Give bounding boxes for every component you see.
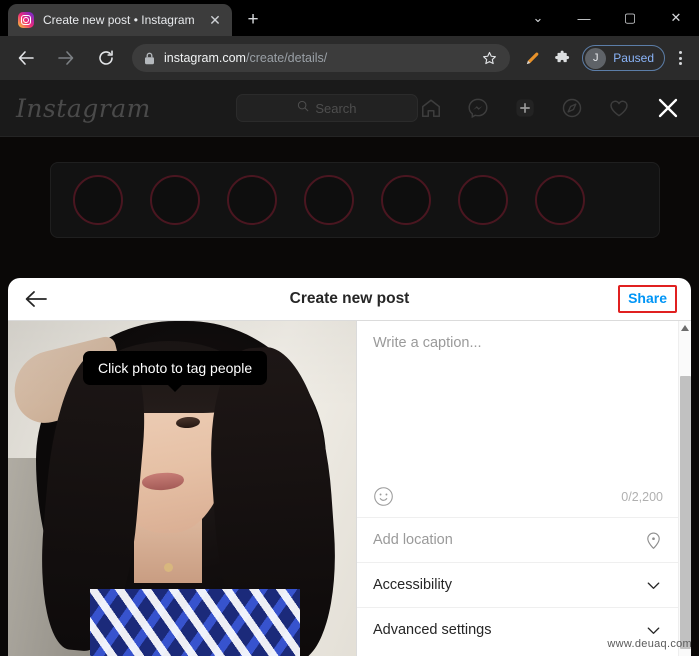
page-title: Create new post (289, 290, 410, 307)
home-icon[interactable] (418, 95, 444, 121)
messenger-icon[interactable] (465, 95, 491, 121)
star-icon[interactable] (478, 51, 500, 66)
browser-window: Create new post • Instagram ✕ + ⌄ — ▢ ✕ … (0, 0, 699, 656)
chevron-down-icon (643, 620, 663, 640)
lock-icon (142, 52, 156, 65)
tab-close-icon[interactable]: ✕ (206, 11, 224, 29)
story-item[interactable] (458, 175, 508, 225)
profile-chip[interactable]: J Paused (582, 45, 665, 71)
window-maximize-button[interactable]: ▢ (607, 0, 653, 36)
browser-titlebar: Create new post • Instagram ✕ + ⌄ — ▢ ✕ (0, 0, 699, 36)
window-minimize-button[interactable]: — (561, 0, 607, 36)
back-arrow-icon[interactable] (11, 43, 41, 73)
instagram-nav (418, 93, 683, 123)
kebab-menu-icon[interactable] (667, 44, 693, 72)
story-item[interactable] (304, 175, 354, 225)
add-location-label: Add location (373, 532, 453, 548)
add-location-row[interactable]: Add location (357, 517, 679, 562)
create-plus-icon[interactable] (512, 95, 538, 121)
story-item[interactable] (535, 175, 585, 225)
character-counter: 0/2,200 (621, 489, 663, 504)
share-button[interactable]: Share (628, 290, 667, 306)
post-details-pane: Write a caption... 0/2,200 Add location (356, 321, 691, 656)
story-item[interactable] (227, 175, 277, 225)
puzzle-piece-icon[interactable] (548, 44, 576, 72)
search-placeholder: Search (315, 100, 357, 116)
search-input[interactable]: Search (235, 94, 418, 122)
browser-toolbar: instagram.com/create/details/ J Paused (0, 36, 699, 80)
chevron-down-icon (643, 575, 663, 595)
accessibility-row[interactable]: Accessibility (357, 562, 679, 607)
url-path: /create/details/ (245, 51, 328, 65)
modal-body: Click photo to tag people Write a captio… (8, 321, 691, 656)
address-bar[interactable]: instagram.com/create/details/ (132, 44, 511, 72)
forward-arrow-icon (51, 43, 81, 73)
browser-tab-active[interactable]: Create new post • Instagram ✕ (8, 4, 232, 36)
explore-compass-icon[interactable] (559, 95, 585, 121)
emoji-smiley-icon[interactable] (373, 486, 394, 507)
share-button-highlight: Share (618, 285, 677, 313)
photo-preview[interactable]: Click photo to tag people (8, 321, 356, 656)
story-item[interactable] (150, 175, 200, 225)
tag-people-tooltip: Click photo to tag people (83, 351, 268, 392)
tab-search-chevron-icon[interactable]: ⌄ (515, 0, 561, 36)
scrollbar-track[interactable] (679, 334, 692, 655)
url-host: instagram.com (164, 51, 246, 65)
advanced-settings-label: Advanced settings (373, 622, 492, 638)
new-tab-button[interactable]: + (239, 6, 267, 34)
pen-extension-icon[interactable] (518, 44, 546, 72)
scroll-up-arrow-icon[interactable] (679, 321, 692, 334)
sync-status-label: Paused (613, 51, 654, 65)
window-close-button[interactable]: ✕ (653, 0, 699, 36)
avatar: J (585, 47, 607, 69)
window-controls: ⌄ — ▢ ✕ (515, 0, 699, 36)
activity-heart-icon[interactable] (606, 95, 632, 121)
back-arrow-icon[interactable] (22, 285, 50, 313)
close-x-icon[interactable] (653, 93, 683, 123)
watermark: www.deuaq.com (607, 638, 692, 650)
scrollbar-thumb[interactable] (679, 376, 691, 649)
caption-input[interactable]: Write a caption... (373, 335, 663, 486)
instagram-logo[interactable]: Instagram (16, 94, 151, 123)
instagram-header: Instagram Search (0, 80, 699, 137)
tab-title: Create new post • Instagram (43, 13, 195, 27)
story-item[interactable] (73, 175, 123, 225)
caption-section[interactable]: Write a caption... 0/2,200 (357, 321, 679, 517)
instagram-favicon (18, 12, 34, 28)
search-icon (297, 99, 309, 117)
location-pin-icon (643, 530, 663, 550)
create-post-modal: Create new post Share Click photo to tag… (8, 278, 691, 656)
page-content: Instagram Search Create new post Share C… (0, 80, 699, 656)
reload-icon[interactable] (91, 43, 121, 73)
post-details-scroll: Write a caption... 0/2,200 Add location (357, 321, 691, 656)
story-item[interactable] (381, 175, 431, 225)
url-text: instagram.com/create/details/ (164, 51, 478, 65)
details-scrollbar[interactable] (678, 321, 691, 656)
stories-tray (50, 162, 660, 238)
caption-footer: 0/2,200 (373, 486, 663, 517)
accessibility-label: Accessibility (373, 577, 452, 593)
modal-header: Create new post Share (8, 278, 691, 321)
